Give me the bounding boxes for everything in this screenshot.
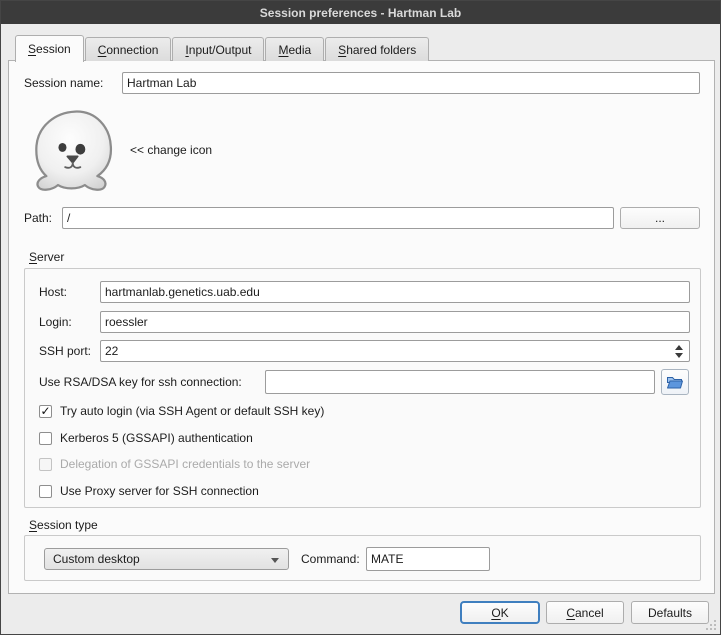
tab-session[interactable]: Session: [15, 35, 84, 62]
tab-input-output[interactable]: Input/Output: [172, 37, 264, 61]
ssh-port-label: SSH port:: [39, 340, 91, 362]
resize-grip-icon[interactable]: [706, 620, 716, 630]
session-preferences-dialog: Session preferences - Hartman Lab Sessio…: [0, 0, 721, 635]
spin-up-icon[interactable]: [675, 345, 683, 350]
checkbox-auto-login[interactable]: ✓ Try auto login (via SSH Agent or defau…: [39, 403, 324, 419]
tab-bar: Session Connection Input/Output Media Sh…: [15, 34, 430, 61]
chevron-down-icon: [271, 558, 279, 563]
rsa-key-browse-button[interactable]: [661, 369, 689, 395]
checkbox-kerberos[interactable]: ✓ Kerberos 5 (GSSAPI) authentication: [39, 430, 253, 446]
session-type-groupbox: Custom desktop Command:: [24, 535, 701, 581]
session-name-input[interactable]: [122, 72, 700, 94]
tab-shared-folders[interactable]: Shared folders: [325, 37, 429, 61]
rsa-key-label: Use RSA/DSA key for ssh connection:: [39, 369, 242, 395]
tab-connection[interactable]: Connection: [85, 37, 172, 61]
session-icon[interactable]: [30, 108, 120, 194]
session-type-dropdown[interactable]: Custom desktop: [44, 548, 289, 570]
checkbox-box[interactable]: ✓: [39, 432, 52, 445]
path-browse-button[interactable]: ...: [620, 207, 700, 229]
session-name-label: Session name:: [24, 72, 103, 94]
defaults-button[interactable]: Defaults: [631, 601, 709, 624]
checkbox-box: ✓: [39, 458, 52, 471]
checkbox-gssapi-delegation: ✓ Delegation of GSSAPI credentials to th…: [39, 456, 310, 472]
change-icon-label[interactable]: << change icon: [130, 139, 212, 161]
ok-button[interactable]: OK: [460, 601, 540, 624]
ssh-port-spinner[interactable]: [673, 340, 685, 362]
ssh-port-input[interactable]: [100, 340, 690, 362]
cancel-button[interactable]: Cancel: [546, 601, 624, 624]
command-label: Command:: [301, 547, 360, 571]
login-input[interactable]: [100, 311, 690, 333]
session-type-section-label: Session type: [29, 514, 98, 536]
checkbox-box[interactable]: ✓: [39, 485, 52, 498]
window-title: Session preferences - Hartman Lab: [260, 6, 461, 20]
host-input[interactable]: [100, 281, 690, 303]
path-input[interactable]: [62, 207, 614, 229]
x2go-seal-icon: [30, 108, 120, 194]
host-label: Host:: [39, 281, 67, 303]
path-label: Path:: [24, 207, 52, 229]
rsa-key-input[interactable]: [265, 370, 655, 394]
spin-down-icon[interactable]: [675, 353, 683, 358]
command-input[interactable]: [366, 547, 490, 571]
checkbox-proxy-server[interactable]: ✓ Use Proxy server for SSH connection: [39, 483, 259, 499]
server-groupbox: Host: Login: SSH port: Use RSA/DSA key f…: [24, 268, 701, 508]
tab-media[interactable]: Media: [265, 37, 324, 61]
session-tab-panel: Session name: << change icon: [8, 60, 715, 594]
login-label: Login:: [39, 311, 72, 333]
open-folder-icon: [666, 375, 684, 390]
checkbox-box[interactable]: ✓: [39, 405, 52, 418]
titlebar[interactable]: Session preferences - Hartman Lab: [1, 1, 720, 24]
server-section-label: Server: [29, 246, 64, 268]
